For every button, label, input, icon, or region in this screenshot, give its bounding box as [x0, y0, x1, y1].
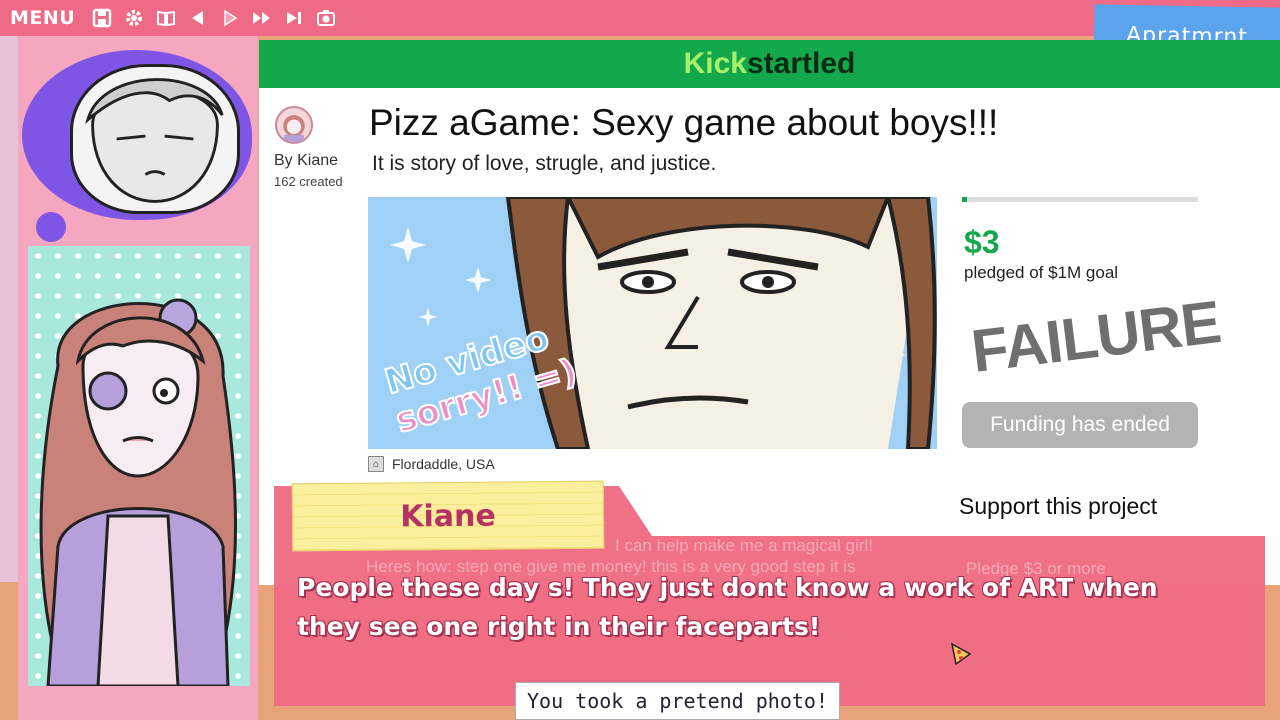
- brand-logo-kick: Kick: [683, 47, 747, 80]
- background-wall: [0, 36, 18, 582]
- creator-avatar[interactable]: [275, 106, 313, 144]
- reward-description-line1: I can help make me a magical girl!: [615, 536, 873, 555]
- speaker-name: Kiane: [400, 498, 496, 534]
- creator-project-count: 162 created: [274, 174, 343, 189]
- top-menu-bar: MENU: [0, 0, 1280, 36]
- pledged-goal-label: pledged of $1M goal: [964, 263, 1119, 282]
- funding-progress-fill: [962, 197, 967, 202]
- camera-icon[interactable]: [313, 5, 339, 31]
- settings-icon[interactable]: [121, 5, 147, 31]
- thought-dot: [36, 212, 66, 242]
- fast-forward-icon[interactable]: [249, 5, 275, 31]
- character-portrait: [28, 246, 250, 686]
- failure-stamp: FAILURE: [967, 288, 1224, 385]
- brand-logo-startled: startled: [747, 47, 856, 80]
- dialogue-text: People these day s! They just dont know …: [297, 573, 1158, 641]
- thought-character-portrait: [70, 64, 240, 214]
- speaker-name-plate: Kiane: [291, 480, 605, 552]
- menu-button[interactable]: MENU: [10, 7, 75, 29]
- project-title: Pizz aGame: Sexy game about boys!!!: [369, 102, 999, 143]
- play-icon[interactable]: [217, 5, 243, 31]
- photo-toast-notification: You took a pretend photo!: [515, 682, 840, 720]
- funding-ended-button[interactable]: Funding has ended: [962, 402, 1198, 448]
- back-icon[interactable]: [185, 5, 211, 31]
- site-header: Kick startled: [259, 40, 1280, 88]
- log-book-icon[interactable]: [153, 5, 179, 31]
- project-location: ⌂ Flordaddle, USA: [368, 456, 495, 472]
- project-tagline: It is story of love, strugle, and justic…: [372, 152, 717, 175]
- support-project-heading: Support this project: [959, 493, 1158, 519]
- pizza-cursor-icon: [950, 642, 972, 666]
- save-icon[interactable]: [89, 5, 115, 31]
- funding-progress-bar: [962, 197, 1198, 202]
- pledged-amount: $3: [964, 224, 1000, 260]
- creator-name[interactable]: By Kiane: [274, 152, 338, 170]
- location-text: Flordaddle, USA: [392, 456, 495, 472]
- project-video-placeholder[interactable]: No video sorry!! =): [368, 197, 937, 449]
- location-icon: ⌂: [368, 456, 384, 472]
- skip-icon[interactable]: [281, 5, 307, 31]
